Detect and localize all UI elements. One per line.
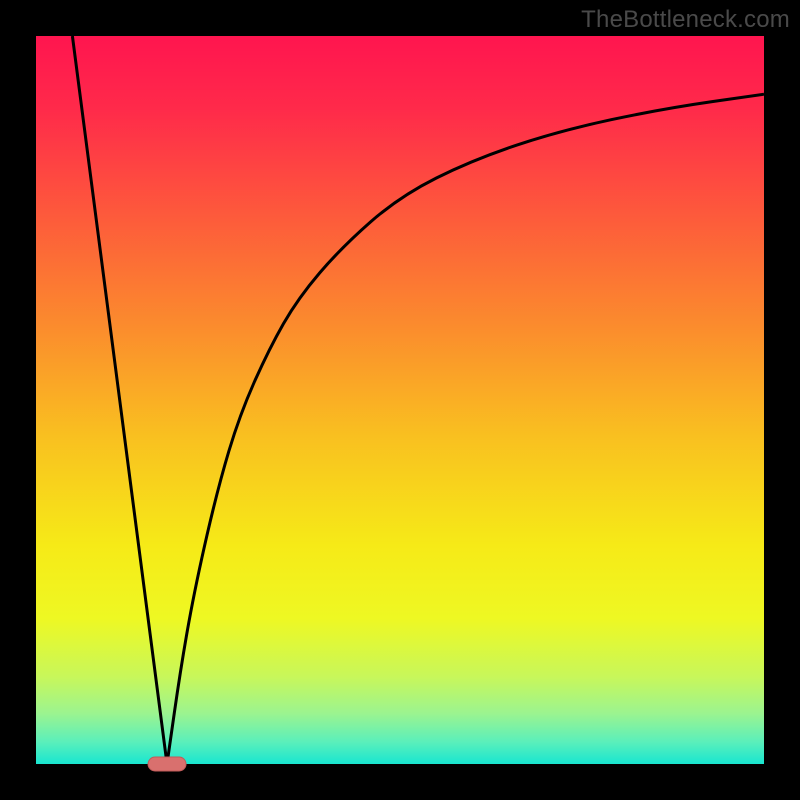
bottleneck-marker	[148, 757, 186, 771]
chart-frame: TheBottleneck.com	[0, 0, 800, 800]
chart-svg	[0, 0, 800, 800]
watermark-text: TheBottleneck.com	[581, 6, 790, 34]
plot-background	[36, 36, 764, 764]
